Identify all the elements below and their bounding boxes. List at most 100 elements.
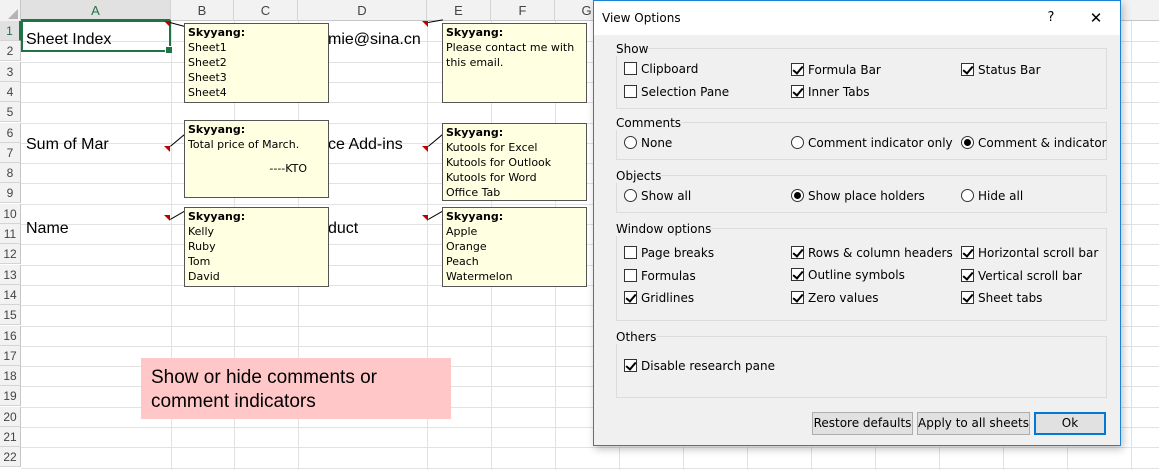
- objects-hide-all-radio[interactable]: Hide all: [961, 189, 1023, 203]
- comment-box[interactable]: Skyyang: Please contact me with this ema…: [442, 23, 587, 103]
- comment-line: Orange: [446, 240, 487, 253]
- column-header-c[interactable]: C: [234, 0, 298, 21]
- row-header[interactable]: 21: [0, 427, 21, 447]
- column-header-b[interactable]: B: [171, 0, 234, 21]
- checkbox-box[interactable]: [624, 291, 637, 304]
- page-breaks-checkbox[interactable]: Page breaks: [624, 246, 714, 260]
- row-header[interactable]: 2: [0, 41, 21, 61]
- formula-bar-checkbox[interactable]: Formula Bar: [791, 63, 881, 77]
- row-header[interactable]: 15: [0, 305, 21, 325]
- row-header[interactable]: 17: [0, 346, 21, 366]
- checkbox-box[interactable]: [791, 291, 804, 304]
- comment-indicator[interactable]: [164, 146, 170, 152]
- checkbox-box[interactable]: [791, 268, 804, 281]
- row-header[interactable]: 20: [0, 407, 21, 427]
- comment-indicator-only-radio[interactable]: Comment indicator only: [791, 136, 953, 150]
- status-bar-label: Status Bar: [978, 63, 1041, 77]
- checkbox-box[interactable]: [961, 63, 974, 76]
- row-header[interactable]: 22: [0, 447, 21, 467]
- checkbox-box[interactable]: [624, 359, 637, 372]
- objects-group-label: Objects: [616, 169, 662, 183]
- checkbox-box[interactable]: [791, 246, 804, 259]
- checkbox-box[interactable]: [961, 291, 974, 304]
- vertical-scroll-checkbox[interactable]: Vertical scroll bar: [961, 269, 1082, 283]
- row-header[interactable]: 13: [0, 265, 21, 285]
- checkbox-box[interactable]: [961, 246, 974, 259]
- close-button[interactable]: ✕: [1084, 7, 1108, 29]
- cell-a10[interactable]: Name: [26, 218, 69, 239]
- column-header-a[interactable]: A: [21, 0, 171, 21]
- outline-symbols-checkbox[interactable]: Outline symbols: [791, 268, 905, 282]
- comment-and-indicator-radio[interactable]: Comment & indicator: [961, 136, 1107, 150]
- radio-circle[interactable]: [961, 136, 974, 149]
- status-bar-checkbox[interactable]: Status Bar: [961, 63, 1041, 77]
- cell-a6[interactable]: Sum of Mar: [26, 134, 109, 155]
- inner-tabs-checkbox[interactable]: Inner Tabs: [791, 85, 869, 99]
- row-header[interactable]: 19: [0, 386, 21, 406]
- horizontal-scroll-checkbox[interactable]: Horizontal scroll bar: [961, 246, 1098, 260]
- comments-none-radio[interactable]: None: [624, 136, 672, 150]
- clipboard-checkbox[interactable]: Clipboard: [624, 62, 698, 76]
- checkbox-box[interactable]: [624, 85, 637, 98]
- cell-d10[interactable]: duct: [328, 218, 358, 239]
- objects-placeholders-radio[interactable]: Show place holders: [791, 189, 925, 203]
- checkbox-box[interactable]: [624, 269, 637, 282]
- selection-pane-checkbox[interactable]: Selection Pane: [624, 85, 729, 99]
- comment-box[interactable]: Skyyang: Apple Orange Peach Watermelon: [442, 207, 587, 287]
- row-header[interactable]: 3: [0, 62, 21, 82]
- gridlines-checkbox[interactable]: Gridlines: [624, 291, 694, 305]
- comment-box[interactable]: Skyyang: Kutools for Excel Kutools for O…: [442, 123, 587, 201]
- radio-circle[interactable]: [624, 189, 637, 202]
- disable-research-checkbox[interactable]: Disable research pane: [624, 359, 775, 373]
- row-header[interactable]: 5: [0, 102, 21, 122]
- row-header[interactable]: 14: [0, 285, 21, 305]
- row-header[interactable]: 7: [0, 143, 21, 163]
- radio-circle[interactable]: [961, 189, 974, 202]
- objects-show-all-radio[interactable]: Show all: [624, 189, 691, 203]
- column-header-d[interactable]: D: [298, 0, 427, 21]
- comment-line: Watermelon: [446, 270, 513, 283]
- row-header[interactable]: 18: [0, 366, 21, 386]
- checkbox-box[interactable]: [624, 62, 637, 75]
- page-breaks-label: Page breaks: [641, 246, 715, 260]
- apply-to-all-sheets-button[interactable]: Apply to all sheets: [917, 412, 1030, 435]
- outline-symbols-label: Outline symbols: [808, 268, 905, 282]
- ok-button[interactable]: Ok: [1034, 412, 1106, 435]
- cell-d1[interactable]: mie@sina.cn: [328, 29, 421, 50]
- comment-box[interactable]: Skyyang: Total price of March. ----KTO: [184, 120, 329, 198]
- comment-box[interactable]: Skyyang: Kelly Ruby Tom David: [184, 207, 329, 287]
- formulas-checkbox[interactable]: Formulas: [624, 269, 696, 283]
- row-header[interactable]: 1: [0, 21, 21, 41]
- sheet-tabs-checkbox[interactable]: Sheet tabs: [961, 291, 1042, 305]
- radio-circle[interactable]: [624, 136, 637, 149]
- restore-defaults-button[interactable]: Restore defaults: [812, 412, 913, 435]
- row-header[interactable]: 10: [0, 204, 21, 224]
- checkbox-box[interactable]: [791, 63, 804, 76]
- column-header-f[interactable]: F: [491, 0, 555, 21]
- row-header[interactable]: 4: [0, 82, 21, 102]
- checkbox-box[interactable]: [961, 269, 974, 282]
- radio-circle[interactable]: [791, 189, 804, 202]
- dialog-titlebar[interactable]: View Options ? ✕: [594, 1, 1120, 35]
- cell-d6[interactable]: ce Add-ins: [328, 134, 403, 155]
- checkbox-box[interactable]: [624, 246, 637, 259]
- row-col-headers-checkbox[interactable]: Rows & column headers: [791, 246, 953, 260]
- zero-values-checkbox[interactable]: Zero values: [791, 291, 878, 305]
- checkbox-box[interactable]: [791, 85, 804, 98]
- column-header-e[interactable]: E: [427, 0, 491, 21]
- radio-circle[interactable]: [791, 136, 804, 149]
- row-header[interactable]: 16: [0, 326, 21, 346]
- select-all-corner[interactable]: [0, 0, 21, 21]
- comment-indicator[interactable]: [422, 146, 428, 152]
- cell-a1[interactable]: Sheet Index: [26, 29, 111, 50]
- row-header[interactable]: 9: [0, 183, 21, 203]
- row-header[interactable]: 8: [0, 163, 21, 183]
- comment-leader-line: [170, 134, 185, 147]
- comment-line: Kutools for Outlook: [446, 156, 552, 169]
- row-header[interactable]: 12: [0, 244, 21, 264]
- row-header[interactable]: 6: [0, 123, 21, 143]
- help-button[interactable]: ?: [1040, 7, 1062, 29]
- comment-box[interactable]: Skyyang: Sheet1 Sheet2 Sheet3 Sheet4: [184, 23, 329, 103]
- comment-line: Tom: [188, 255, 211, 268]
- row-header[interactable]: 11: [0, 224, 21, 244]
